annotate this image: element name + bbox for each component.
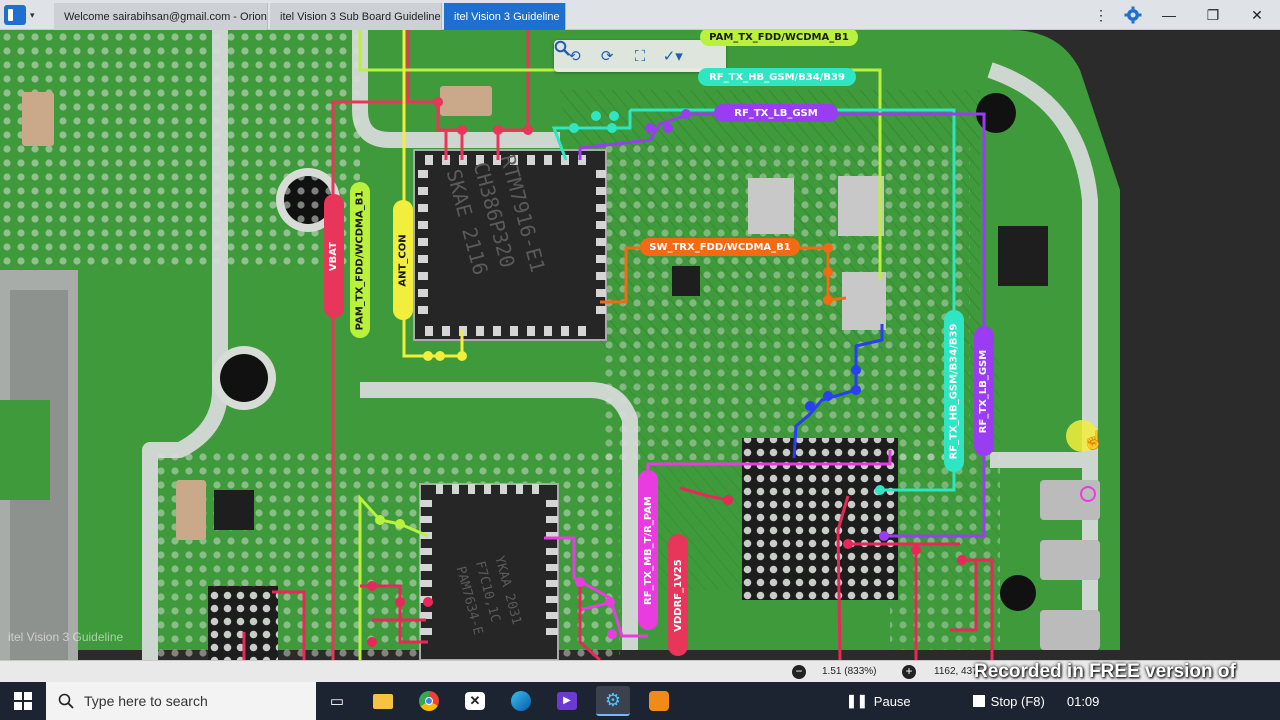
- stop-button[interactable]: Stop (F8): [972, 693, 1045, 709]
- pcb-board-view[interactable]: RTM7916-E1 CH386P320 SKAE 2116 YKAA 2031…: [0, 30, 1280, 660]
- app-x-icon[interactable]: ✕: [458, 686, 492, 716]
- net-label-sw-trx-fdd[interactable]: SW_TRX_FDD/WCDMA_B1: [640, 238, 800, 256]
- file-explorer-icon[interactable]: [366, 686, 400, 716]
- recording-timer: 01:09: [1066, 693, 1100, 709]
- tab-label: Welcome sairabihsan@gmail.com - Orion: [64, 10, 267, 23]
- net-label-ant-text: ANT_CON: [397, 233, 409, 287]
- start-button[interactable]: [0, 682, 46, 720]
- search-icon: [58, 693, 74, 709]
- net-label-ant-con[interactable]: ANT_CON: [393, 200, 413, 320]
- sidebar-icon: [4, 5, 26, 25]
- document-watermark: itel Vision 3 Guideline: [8, 630, 124, 644]
- orion-icon[interactable]: [642, 686, 676, 716]
- edge-icon[interactable]: [504, 686, 538, 716]
- board-viewer-icon[interactable]: ⚙: [596, 686, 630, 716]
- pause-label: Pause: [873, 693, 911, 709]
- pause-button[interactable]: ❚❚ Pause: [846, 693, 911, 709]
- net-label-vbat-text: VBAT: [328, 241, 340, 271]
- net-label-rf-tx-hb-gsm-vertical[interactable]: RF_TX_HB_GSM/B34/B39: [944, 310, 964, 472]
- net-label-vbat[interactable]: VBAT: [324, 194, 344, 318]
- restore-button[interactable]: ❐: [1196, 0, 1230, 30]
- browser-tab-bar: ▾ Welcome sairabihsan@gmail.com - Orion …: [0, 0, 1280, 30]
- media-icon[interactable]: ▶: [550, 686, 584, 716]
- highlight-tool-icon[interactable]: ✓▾: [661, 44, 685, 68]
- tab-vision-guideline[interactable]: itel Vision 3 Guideline: [444, 3, 566, 30]
- net-label-pam-tx-fdd-vertical[interactable]: PAM_TX_FDD/WCDMA_B1: [350, 182, 370, 338]
- recorder-controls: ❚❚ Pause Stop (F8) 01:09: [846, 682, 1099, 720]
- net-label-rf-tx-mb-pam[interactable]: RF_TX_MB_T/R_PAM: [638, 470, 658, 630]
- search-icon[interactable]: [554, 40, 718, 68]
- tab-sub-board-guideline[interactable]: itel Vision 3 Sub Board Guideline: [270, 3, 442, 30]
- zoom-out-button[interactable]: −: [792, 665, 806, 679]
- windows-taskbar: Type here to search ▭ ✕ ▶ ⚙ ❚❚ Pause Sto…: [0, 682, 1280, 720]
- chevron-down-icon: ▾: [30, 9, 35, 20]
- task-view-icon[interactable]: ▭: [320, 686, 354, 716]
- screen: ▾ Welcome sairabihsan@gmail.com - Orion …: [0, 0, 1280, 720]
- tab-label: itel Vision 3 Sub Board Guideline: [280, 10, 441, 23]
- pause-icon: ❚❚: [846, 693, 868, 708]
- power-amplifier-chip: YKAA 2031 F7C10,1C PAM7634-E: [419, 483, 559, 660]
- hand-cursor-icon: ☝: [1082, 430, 1105, 450]
- stop-icon: [972, 695, 985, 707]
- close-button[interactable]: ✕: [1240, 0, 1274, 30]
- windows-icon: [14, 692, 32, 710]
- menu-icon[interactable]: ⋮: [1084, 0, 1118, 30]
- settings-gear-icon[interactable]: [1116, 0, 1150, 30]
- stop-label: Stop (F8): [990, 693, 1045, 709]
- net-label-lb-text: RF_TX_LB_GSM: [978, 349, 990, 433]
- net-label-rf-tx-lb-gsm-vertical[interactable]: RF_TX_LB_GSM: [974, 326, 994, 456]
- net-label-vddrf-text: VDDRF_1V25: [672, 558, 684, 632]
- chrome-icon[interactable]: [412, 686, 446, 716]
- tab-welcome[interactable]: Welcome sairabihsan@gmail.com - Orion: [54, 3, 268, 30]
- fit-to-screen-icon[interactable]: ⛶: [628, 44, 652, 68]
- net-label-vddrf-1v25[interactable]: VDDRF_1V25: [668, 534, 688, 656]
- rotate-right-icon[interactable]: ⟳: [595, 44, 619, 68]
- net-label-rf-tx-lb-gsm[interactable]: RF_TX_LB_GSM: [714, 104, 838, 122]
- tab-label: itel Vision 3 Guideline: [454, 10, 560, 23]
- net-label-hb-text: RF_TX_HB_GSM/B34/B39: [948, 323, 960, 459]
- zoom-readout: 1.51 (833%): [822, 666, 877, 677]
- net-label-mb-text: RF_TX_MB_T/R_PAM: [642, 495, 654, 605]
- net-label-pam-text: PAM_TX_FDD/WCDMA_B1: [354, 190, 366, 330]
- net-label-rf-tx-hb-gsm[interactable]: RF_TX_HB_GSM/B34/B39: [698, 68, 856, 86]
- bga-chip: [742, 438, 898, 600]
- net-label-pam-tx-fdd[interactable]: PAM_TX_FDD/WCDMA_B1: [700, 30, 858, 46]
- coordinate-readout: 1162, 437: [934, 666, 978, 677]
- zoom-in-button[interactable]: +: [902, 665, 916, 679]
- minimize-button[interactable]: —: [1152, 0, 1186, 30]
- taskbar-search-box[interactable]: Type here to search: [46, 682, 316, 720]
- viewer-toolbar: ⟲ ⟳ ⛶ ✓▾: [554, 40, 726, 72]
- sidebar-toggle-button[interactable]: ▾: [4, 4, 44, 26]
- search-placeholder: Type here to search: [84, 693, 208, 709]
- transceiver-chip: RTM7916-E1 CH386P320 SKAE 2116: [413, 149, 607, 341]
